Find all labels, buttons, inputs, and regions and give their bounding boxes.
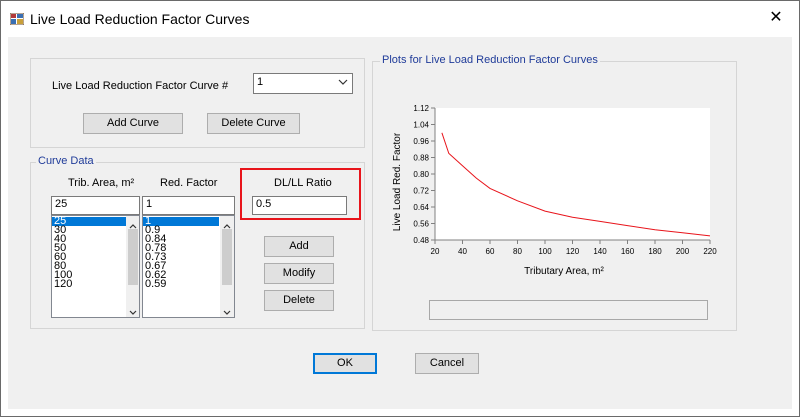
app-grid-icon (9, 12, 25, 26)
red-factor-list-items: 1 0.9 0.84 0.78 0.73 0.67 0.62 0.59 (143, 216, 219, 290)
y-tick-label: 0.48 (413, 236, 429, 245)
cancel-button[interactable]: Cancel (415, 353, 479, 374)
scroll-down-icon[interactable] (129, 307, 137, 317)
trib-area-list[interactable]: 25 30 40 50 60 80 100 120 (51, 215, 140, 318)
red-list-scroll-thumb[interactable] (222, 229, 232, 285)
reduction-factor-chart: 0.48 0.56 0.64 0.72 0.80 0.88 0.96 1.04 1.12 20 40… (392, 104, 717, 277)
trib-list-scroll-thumb[interactable] (128, 229, 138, 285)
trib-area-list-items: 25 30 40 50 60 80 100 120 (52, 216, 126, 290)
red-factor-list[interactable]: 1 0.9 0.84 0.78 0.73 0.67 0.62 0.59 (142, 215, 235, 318)
y-tick-label: 0.64 (413, 203, 429, 212)
x-tick-label: 80 (513, 247, 522, 256)
chevron-down-icon (338, 77, 348, 90)
list-item[interactable]: 0.59 (143, 279, 219, 290)
red-factor-header: Red. Factor (160, 177, 218, 189)
delete-curve-button[interactable]: Delete Curve (207, 113, 300, 134)
curve-number-dropdown[interactable]: 1 (253, 73, 353, 94)
add-button[interactable]: Add (264, 236, 334, 257)
window-title: Live Load Reduction Factor Curves (30, 11, 250, 27)
y-tick-label: 0.72 (413, 187, 429, 196)
plot-group-label: Plots for Live Load Reduction Factor Cur… (380, 54, 600, 66)
y-tick-label: 0.56 (413, 220, 429, 229)
plot-area (435, 108, 710, 240)
x-tick-label: 60 (486, 247, 495, 256)
y-tick-label: 1.12 (413, 104, 429, 113)
red-factor-input[interactable]: 1 (142, 196, 235, 215)
x-tick-label: 220 (703, 247, 717, 256)
trib-list-scrollbar[interactable] (126, 216, 139, 317)
list-item[interactable]: 120 (52, 279, 126, 290)
status-field (429, 300, 708, 320)
x-tick-label: 40 (458, 247, 467, 256)
x-tick-label: 200 (676, 247, 690, 256)
x-tick-label: 120 (566, 247, 580, 256)
red-list-scrollbar[interactable] (220, 216, 234, 317)
curve-number-value: 1 (257, 76, 264, 88)
delete-button[interactable]: Delete (264, 290, 334, 311)
y-tick-label: 0.96 (413, 137, 429, 146)
y-tick-label: 1.04 (413, 121, 429, 130)
x-axis-label: Tributary Area, m² (524, 266, 604, 277)
close-icon[interactable]: ✕ (761, 5, 791, 31)
y-axis-label: Live Load Red. Factor (392, 132, 403, 231)
trib-area-header: Trib. Area, m² (68, 177, 135, 189)
y-tick-label: 0.80 (413, 170, 429, 179)
scroll-down-icon[interactable] (223, 307, 231, 317)
x-tick-label: 180 (648, 247, 662, 256)
y-tick-label: 0.88 (413, 154, 429, 163)
x-tick-label: 140 (593, 247, 607, 256)
x-tick-label: 160 (621, 247, 635, 256)
curve-select-group (30, 58, 365, 148)
dl-ll-ratio-input[interactable]: 0.5 (252, 196, 347, 215)
curve-data-group-label: Curve Data (36, 155, 96, 167)
modify-button[interactable]: Modify (264, 263, 334, 284)
dl-ll-ratio-header: DL/LL Ratio (274, 177, 332, 189)
add-curve-button[interactable]: Add Curve (83, 113, 183, 134)
ok-button[interactable]: OK (313, 353, 377, 374)
trib-area-input[interactable]: 25 (51, 196, 140, 215)
x-tick-label: 100 (538, 247, 552, 256)
curve-select-label: Live Load Reduction Factor Curve # (52, 80, 229, 92)
x-tick-label: 20 (431, 247, 440, 256)
